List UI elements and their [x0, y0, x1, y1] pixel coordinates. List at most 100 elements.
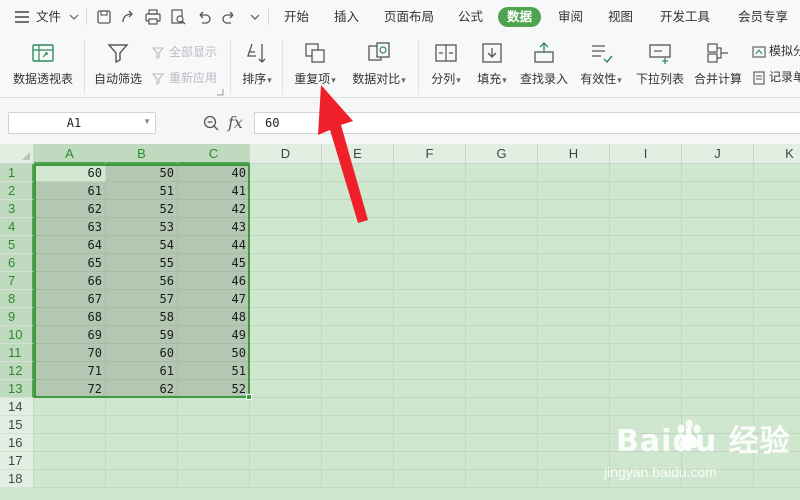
cell-d6[interactable]	[250, 254, 322, 272]
cell-d9[interactable]	[250, 308, 322, 326]
cell-f16[interactable]	[394, 434, 466, 452]
cell-k1[interactable]	[754, 164, 800, 182]
column-header-k[interactable]: K	[754, 144, 800, 164]
cell-d4[interactable]	[250, 218, 322, 236]
cell-k2[interactable]	[754, 182, 800, 200]
cell-d16[interactable]	[250, 434, 322, 452]
dropdown-list-button[interactable]: 下拉列表	[634, 40, 686, 87]
cell-e15[interactable]	[322, 416, 394, 434]
cell-f6[interactable]	[394, 254, 466, 272]
row-header-6[interactable]: 6	[0, 254, 34, 272]
cell-c11[interactable]: 50	[178, 344, 250, 362]
cell-e18[interactable]	[322, 470, 394, 488]
cell-k12[interactable]	[754, 362, 800, 380]
cell-j5[interactable]	[682, 236, 754, 254]
cell-g10[interactable]	[466, 326, 538, 344]
cell-h13[interactable]	[538, 380, 610, 398]
cell-f13[interactable]	[394, 380, 466, 398]
fill-handle[interactable]	[246, 394, 252, 400]
cell-c15[interactable]	[178, 416, 250, 434]
column-header-i[interactable]: I	[610, 144, 682, 164]
cell-b1[interactable]: 50	[106, 164, 178, 182]
cell-d3[interactable]	[250, 200, 322, 218]
tab-home[interactable]: 开始	[284, 0, 309, 34]
cell-a12[interactable]: 71	[34, 362, 106, 380]
cell-f2[interactable]	[394, 182, 466, 200]
redo-icon[interactable]	[219, 7, 239, 27]
cell-b5[interactable]: 54	[106, 236, 178, 254]
row-header-17[interactable]: 17	[0, 452, 34, 470]
cell-f10[interactable]	[394, 326, 466, 344]
cell-c18[interactable]	[178, 470, 250, 488]
save-icon[interactable]	[94, 7, 114, 27]
cell-j6[interactable]	[682, 254, 754, 272]
cell-e5[interactable]	[322, 236, 394, 254]
cell-a4[interactable]: 63	[34, 218, 106, 236]
cell-f15[interactable]	[394, 416, 466, 434]
column-header-j[interactable]: J	[682, 144, 754, 164]
cell-k3[interactable]	[754, 200, 800, 218]
cell-a7[interactable]: 66	[34, 272, 106, 290]
cell-d2[interactable]	[250, 182, 322, 200]
column-header-d[interactable]: D	[250, 144, 322, 164]
cell-h14[interactable]	[538, 398, 610, 416]
cell-h18[interactable]	[538, 470, 610, 488]
cell-c3[interactable]: 42	[178, 200, 250, 218]
row-header-11[interactable]: 11	[0, 344, 34, 362]
cell-f9[interactable]	[394, 308, 466, 326]
cell-b3[interactable]: 52	[106, 200, 178, 218]
cell-h2[interactable]	[538, 182, 610, 200]
cell-d14[interactable]	[250, 398, 322, 416]
cell-i8[interactable]	[610, 290, 682, 308]
cell-c14[interactable]	[178, 398, 250, 416]
cell-i17[interactable]	[610, 452, 682, 470]
export-icon[interactable]	[118, 7, 138, 27]
cell-k18[interactable]	[754, 470, 800, 488]
cell-j7[interactable]	[682, 272, 754, 290]
cell-i11[interactable]	[610, 344, 682, 362]
cell-c9[interactable]: 48	[178, 308, 250, 326]
row-header-12[interactable]: 12	[0, 362, 34, 380]
cell-h12[interactable]	[538, 362, 610, 380]
cell-h4[interactable]	[538, 218, 610, 236]
cell-j4[interactable]	[682, 218, 754, 236]
cell-b15[interactable]	[106, 416, 178, 434]
cell-j18[interactable]	[682, 470, 754, 488]
tab-data[interactable]: 数据	[498, 7, 542, 27]
cell-d7[interactable]	[250, 272, 322, 290]
cell-d1[interactable]	[250, 164, 322, 182]
row-header-7[interactable]: 7	[0, 272, 34, 290]
tab-page-layout[interactable]: 页面布局	[384, 0, 434, 34]
cell-a18[interactable]	[34, 470, 106, 488]
cell-j14[interactable]	[682, 398, 754, 416]
cell-g4[interactable]	[466, 218, 538, 236]
print-preview-icon[interactable]	[168, 7, 188, 27]
cell-h7[interactable]	[538, 272, 610, 290]
cell-g12[interactable]	[466, 362, 538, 380]
cell-g8[interactable]	[466, 290, 538, 308]
cell-f17[interactable]	[394, 452, 466, 470]
cell-g7[interactable]	[466, 272, 538, 290]
cell-a5[interactable]: 64	[34, 236, 106, 254]
cell-a10[interactable]: 69	[34, 326, 106, 344]
cell-e16[interactable]	[322, 434, 394, 452]
duplicates-button[interactable]: 重复项▾	[290, 40, 340, 87]
consolidate-button[interactable]: 合并计算	[692, 40, 744, 87]
cell-f3[interactable]	[394, 200, 466, 218]
cell-j12[interactable]	[682, 362, 754, 380]
cell-f4[interactable]	[394, 218, 466, 236]
cell-g15[interactable]	[466, 416, 538, 434]
formula-input[interactable]: 60	[254, 112, 800, 134]
cell-d18[interactable]	[250, 470, 322, 488]
cell-b8[interactable]: 57	[106, 290, 178, 308]
show-all-button[interactable]: 全部显示	[151, 43, 217, 60]
group-expander-icon[interactable]	[216, 88, 224, 96]
insert-function-button[interactable]: fx	[228, 112, 243, 134]
cell-f5[interactable]	[394, 236, 466, 254]
split-column-button[interactable]: 分列▾	[426, 40, 466, 87]
cell-k11[interactable]	[754, 344, 800, 362]
cell-j15[interactable]	[682, 416, 754, 434]
tab-view[interactable]: 视图	[608, 0, 633, 34]
cell-f14[interactable]	[394, 398, 466, 416]
cell-h1[interactable]	[538, 164, 610, 182]
